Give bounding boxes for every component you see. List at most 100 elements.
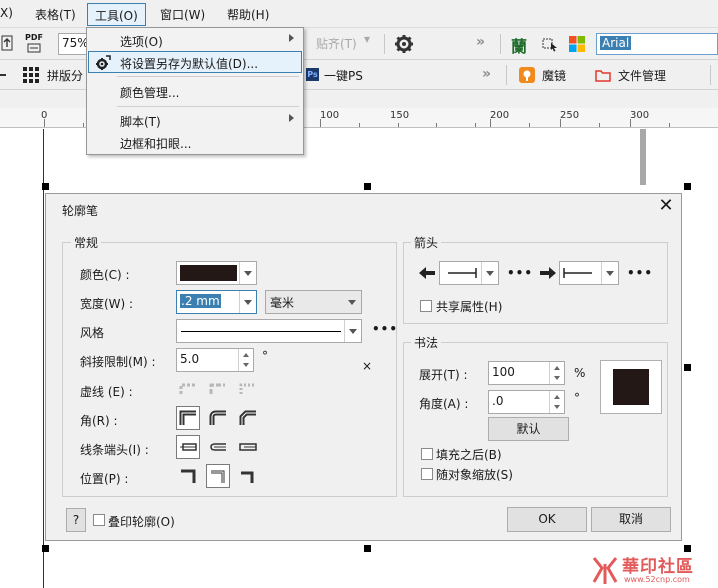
selection-handle[interactable] <box>364 183 371 190</box>
menu-scripts[interactable]: 脚本(T) <box>88 109 302 131</box>
end-arrow-select[interactable] <box>559 261 619 285</box>
dialog-title: 轮廓笔 <box>62 204 99 218</box>
fill-behind-checkbox[interactable] <box>421 448 433 460</box>
photoshop-icon[interactable]: Ps <box>306 68 319 81</box>
folder-icon[interactable] <box>594 66 612 84</box>
windows-logo-icon[interactable] <box>568 35 586 53</box>
font-name-value: Arial <box>600 36 632 50</box>
menu-save-as-default-label: 将设置另存为默认值(D)... <box>120 57 259 71</box>
line-style-select[interactable] <box>176 319 362 343</box>
magic-mirror-button[interactable]: 魔镜 <box>542 67 566 84</box>
corner-miter-icon[interactable] <box>176 406 200 430</box>
style-more-icon[interactable]: ••• <box>372 322 398 336</box>
end-arrow-more-icon[interactable]: ••• <box>627 266 653 280</box>
font-name-field[interactable]: Arial <box>596 33 718 55</box>
share-attributes-checkbox[interactable] <box>420 300 432 312</box>
overprint-outline-checkbox[interactable] <box>93 514 105 526</box>
position-outside-icon[interactable] <box>176 464 200 488</box>
toolbar-separator <box>506 65 507 85</box>
toolbar-overflow-icon[interactable]: » <box>476 34 485 50</box>
toolbar-separator <box>500 34 501 54</box>
close-icon[interactable]: ✕ <box>656 196 676 216</box>
cap-round-icon[interactable] <box>206 435 230 459</box>
selection-handle[interactable] <box>684 183 691 190</box>
menu-item-window[interactable]: 窗口(W) <box>160 6 205 23</box>
snap-to-button[interactable]: 贴齐(T) <box>316 35 357 52</box>
selection-handle[interactable] <box>684 545 691 552</box>
angle-spinner[interactable]: .0 <box>488 390 565 414</box>
toolbar-overflow-icon[interactable]: » <box>482 66 491 82</box>
start-arrow-select[interactable] <box>439 261 499 285</box>
width-label: 宽度(W) : <box>80 297 134 311</box>
magic-mirror-icon[interactable] <box>518 66 536 84</box>
menu-item-table[interactable]: 表格(T) <box>35 6 76 23</box>
settings-gear-icon[interactable] <box>393 33 415 55</box>
cap-square-icon[interactable] <box>236 435 260 459</box>
menu-save-as-default[interactable]: 将设置另存为默认值(D)... <box>88 51 302 73</box>
menu-item-partial[interactable]: X) <box>0 6 13 20</box>
watermark-url: www.52cnp.com <box>624 575 690 584</box>
width-combo[interactable]: .2 mm <box>176 290 257 314</box>
line-cap-label: 线条端头(I) : <box>80 443 149 457</box>
typeset-button[interactable]: 拼版分 <box>47 67 83 84</box>
menu-color-management[interactable]: 颜色管理... <box>88 80 302 102</box>
width-value: .2 mm <box>180 294 221 308</box>
stretch-unit: % <box>574 366 586 380</box>
page-border-left <box>43 129 44 588</box>
page-shadow <box>640 129 646 185</box>
menu-item-tools[interactable]: 工具(O) <box>87 3 146 26</box>
watermark-text: 華印社區 <box>622 557 694 577</box>
ruler-label: 100 <box>320 110 340 121</box>
corner-round-icon[interactable] <box>206 406 230 430</box>
selection-handle[interactable] <box>364 545 371 552</box>
x-mark: × <box>362 359 373 373</box>
watermark-logo-icon <box>592 557 618 584</box>
cancel-button[interactable]: 取消 <box>591 507 671 532</box>
general-group-title: 常规 <box>71 234 102 251</box>
grid-icon[interactable] <box>22 66 40 84</box>
one-click-ps-button[interactable]: 一键PS <box>324 67 363 84</box>
stretch-spinner[interactable]: 100 <box>488 361 565 385</box>
corner-bevel-icon[interactable] <box>236 406 260 430</box>
dash-option-1-icon[interactable] <box>176 377 200 401</box>
miter-limit-label: 斜接限制(M) : <box>80 355 156 369</box>
start-arrow-more-icon[interactable]: ••• <box>507 266 533 280</box>
file-management-button[interactable]: 文件管理 <box>618 67 666 84</box>
export-pdf-icon[interactable]: PDF <box>25 33 45 55</box>
dash-label: 虚线 (E) : <box>80 385 133 399</box>
select-cursor-icon[interactable] <box>540 34 560 54</box>
scale-with-object-checkbox[interactable] <box>421 468 433 480</box>
menu-options[interactable]: 选项(O) <box>88 29 302 51</box>
arrows-group-title: 箭头 <box>411 234 442 251</box>
menu-border-grommet[interactable]: 边框和扣眼... <box>88 131 302 153</box>
miter-unit: ° <box>262 349 268 363</box>
position-center-icon[interactable] <box>206 464 230 488</box>
share-attributes-label: 共享属性(H) <box>436 300 503 314</box>
menu-separator <box>117 76 299 77</box>
menu-bar: X) 表格(T) 工具(O) 窗口(W) 帮助(H) <box>0 0 718 28</box>
snap-dropdown-icon[interactable]: ▾ <box>364 32 370 46</box>
unit-select[interactable]: 毫米 <box>265 290 362 314</box>
selection-handle[interactable] <box>684 364 691 371</box>
toolbar-separator <box>710 65 711 85</box>
import-icon[interactable] <box>0 32 14 54</box>
color-picker[interactable] <box>176 261 257 285</box>
tools-menu: 选项(O) 将设置另存为默认值(D)... 颜色管理... 脚本(T) 边框和扣… <box>86 27 304 155</box>
position-inside-icon[interactable] <box>236 464 260 488</box>
menu-item-help[interactable]: 帮助(H) <box>227 6 269 23</box>
miter-limit-spinner[interactable]: 5.0 <box>176 348 254 372</box>
submenu-arrow-icon <box>289 114 294 122</box>
menu-color-management-label: 颜色管理... <box>120 86 180 100</box>
dash-option-2-icon[interactable] <box>206 377 230 401</box>
ok-button[interactable]: OK <box>507 507 587 532</box>
cap-butt-icon[interactable] <box>176 435 200 459</box>
selection-handle[interactable] <box>42 545 49 552</box>
selection-handle[interactable] <box>42 183 49 190</box>
default-nib-button[interactable]: 默认 <box>488 417 569 441</box>
help-button[interactable]: ? <box>66 508 86 532</box>
ruler-label: 150 <box>390 110 410 121</box>
lan-icon[interactable]: 蘭 <box>511 33 527 57</box>
line-style-preview <box>181 331 341 332</box>
dash-option-3-icon[interactable] <box>236 377 260 401</box>
nib-preview[interactable] <box>600 360 662 414</box>
